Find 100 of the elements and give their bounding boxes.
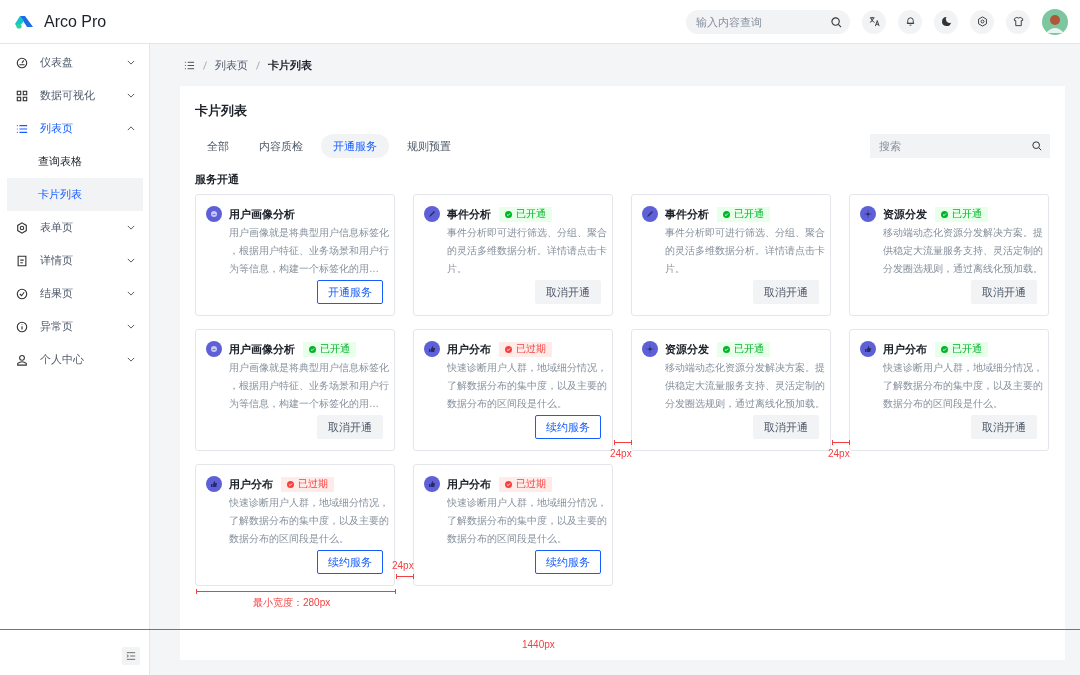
- menu-item[interactable]: 仪表盘: [7, 46, 143, 79]
- translate-icon: [868, 16, 880, 27]
- grid-icon: [16, 89, 28, 102]
- dimension-label: 24px: [828, 448, 850, 459]
- settings-button[interactable]: [970, 9, 994, 34]
- breadcrumb-separator: [256, 60, 260, 70]
- collapse-icon: [126, 651, 136, 661]
- service-card[interactable]: 用户画像分析 用户画像就是将典型用户信息标签化，根据用户特征、业务场景和用户行为等信息，构建一个标签化的用… 开通服务: [195, 194, 395, 316]
- card-description: 快速诊断用户人群，地域细分情况，了解数据分布的集中度，以及主要的数据分布的区间段是什么。: [229, 496, 390, 546]
- status-label: 已开通: [320, 342, 350, 356]
- menu-icon[interactable]: [184, 59, 195, 71]
- user-icon: [16, 353, 28, 366]
- sun-icon: [642, 341, 658, 357]
- dashboard-icon: [16, 56, 28, 69]
- tab[interactable]: 全部: [195, 134, 241, 158]
- card-title: 用户分布: [229, 476, 273, 492]
- service-card[interactable]: 用户分布 已开通 快速诊断用户人群，地域细分情况，了解数据分布的集中度，以及主要的数据分布的区间段是什么。 取消开通: [849, 329, 1049, 451]
- menu-item[interactable]: 详情页: [7, 244, 143, 277]
- submenu-item[interactable]: 卡片列表: [7, 178, 143, 211]
- sun-icon: [860, 206, 876, 222]
- bell-icon: [904, 16, 916, 27]
- card-description: 事件分析即可进行筛选、分组、聚合的灵活多维数据分析。详情请点击卡片。: [665, 226, 826, 276]
- chevron-down-icon: [127, 291, 135, 296]
- gear-icon: [16, 221, 28, 234]
- tab[interactable]: 规则预置: [395, 134, 463, 158]
- check-circle-icon: [941, 210, 948, 218]
- service-card[interactable]: 用户分布 已过期 快速诊断用户人群，地域细分情况，了解数据分布的集中度，以及主要的数据分布的区间段是什么。 续约服务: [413, 464, 613, 586]
- card-action-button[interactable]: 取消开通: [753, 415, 819, 439]
- card-action-button[interactable]: 取消开通: [317, 415, 383, 439]
- tab[interactable]: 内容质检: [247, 134, 315, 158]
- check-circle-icon: [723, 210, 730, 218]
- error-circle-icon: [287, 480, 294, 488]
- check-circle-icon: [505, 210, 512, 218]
- dimension-label: 24px: [392, 560, 414, 571]
- logo-icon: [14, 14, 34, 29]
- card-action-button[interactable]: 取消开通: [535, 280, 601, 304]
- moon-icon: [940, 16, 952, 27]
- card-action-button[interactable]: 取消开通: [971, 280, 1037, 304]
- chevron-down-icon: [127, 225, 135, 230]
- card-title: 用户分布: [447, 476, 491, 492]
- tab[interactable]: 开通服务: [321, 134, 389, 158]
- card-title: 用户画像分析: [229, 206, 295, 222]
- pen-icon: [424, 206, 440, 222]
- shirt-button[interactable]: [1006, 9, 1030, 34]
- menu-item[interactable]: 个人中心: [7, 343, 143, 376]
- dimension-label: 最小宽度：280px: [253, 596, 331, 610]
- dimension-label: 1440px: [522, 639, 555, 650]
- status-label: 已过期: [516, 342, 546, 356]
- search-field[interactable]: 输入内容查询: [686, 9, 850, 34]
- card-action-button[interactable]: 续约服务: [535, 550, 601, 574]
- check-icon: [16, 287, 28, 300]
- card-title: 用户画像分析: [229, 341, 295, 357]
- status-label: 已开通: [952, 207, 982, 221]
- menu-item[interactable]: 表单页: [7, 211, 143, 244]
- translate-button[interactable]: [862, 9, 886, 34]
- menu-item[interactable]: 异常页: [7, 310, 143, 343]
- card-action-button[interactable]: 开通服务: [317, 280, 383, 304]
- shirt-icon: [1012, 16, 1024, 27]
- status-label: 已过期: [516, 477, 546, 491]
- service-card[interactable]: 事件分析 已开通 事件分析即可进行筛选、分组、聚合的灵活多维数据分析。详情请点击卡片。 取消开通: [413, 194, 613, 316]
- chevron-down-icon: [127, 357, 135, 362]
- menu-item[interactable]: 列表页: [7, 112, 143, 145]
- breadcrumb-separator: [203, 60, 207, 70]
- smile-icon: [206, 341, 222, 357]
- chevron-down-icon: [127, 93, 135, 98]
- card-title: 用户分布: [883, 341, 927, 357]
- thumb-up-icon: [206, 476, 222, 492]
- menu-item[interactable]: 数据可视化: [7, 79, 143, 112]
- menu-item[interactable]: 结果页: [7, 277, 143, 310]
- submenu-item[interactable]: 查询表格: [7, 145, 143, 178]
- settings-icon: [976, 16, 988, 27]
- error-circle-icon: [505, 480, 512, 488]
- breadcrumb-item[interactable]: 卡片列表: [268, 57, 312, 73]
- search-icon: [1032, 141, 1042, 151]
- collapse-button[interactable]: [122, 647, 140, 665]
- smile-icon: [206, 206, 222, 222]
- status-label: 已开通: [516, 207, 546, 221]
- check-circle-icon: [723, 345, 730, 353]
- card-action-button[interactable]: 续约服务: [535, 415, 601, 439]
- card-title: 事件分析: [447, 206, 491, 222]
- pen-icon: [642, 206, 658, 222]
- status-label: 已过期: [298, 477, 328, 491]
- notification-button[interactable]: [898, 9, 922, 34]
- status-label: 已开通: [734, 207, 764, 221]
- section-title: 服务开通: [195, 172, 240, 187]
- card-action-button[interactable]: 取消开通: [971, 415, 1037, 439]
- service-card[interactable]: 用户画像分析 已开通 用户画像就是将典型用户信息标签化，根据用户特征、业务场景和用户行为等信息，构建一个标签化的用… 取消开通: [195, 329, 395, 451]
- card-action-button[interactable]: 取消开通: [753, 280, 819, 304]
- search-field[interactable]: 搜索: [870, 134, 1050, 158]
- card-description: 用户画像就是将典型用户信息标签化，根据用户特征、业务场景和用户行为等信息，构建一个标签化的用…: [229, 361, 390, 411]
- file-icon: [16, 254, 28, 267]
- service-card[interactable]: 事件分析 已开通 事件分析即可进行筛选、分组、聚合的灵活多维数据分析。详情请点击卡片。 取消开通: [631, 194, 831, 316]
- dimension-label: 24px: [610, 448, 632, 459]
- service-card[interactable]: 资源分发 已开通 移动端动态化资源分发解决方案。提供稳定大流量服务支持、灵活定制的分发圈选规则，通过离线化预加载。 取消开通: [849, 194, 1049, 316]
- dark-mode-button[interactable]: [934, 9, 958, 34]
- breadcrumb-item[interactable]: 列表页: [215, 57, 248, 73]
- panel-title: 卡片列表: [195, 102, 248, 120]
- card-description: 快速诊断用户人群，地域细分情况，了解数据分布的集中度，以及主要的数据分布的区间段是什么。: [447, 361, 608, 411]
- avatar[interactable]: [1042, 8, 1068, 35]
- card-action-button[interactable]: 续约服务: [317, 550, 383, 574]
